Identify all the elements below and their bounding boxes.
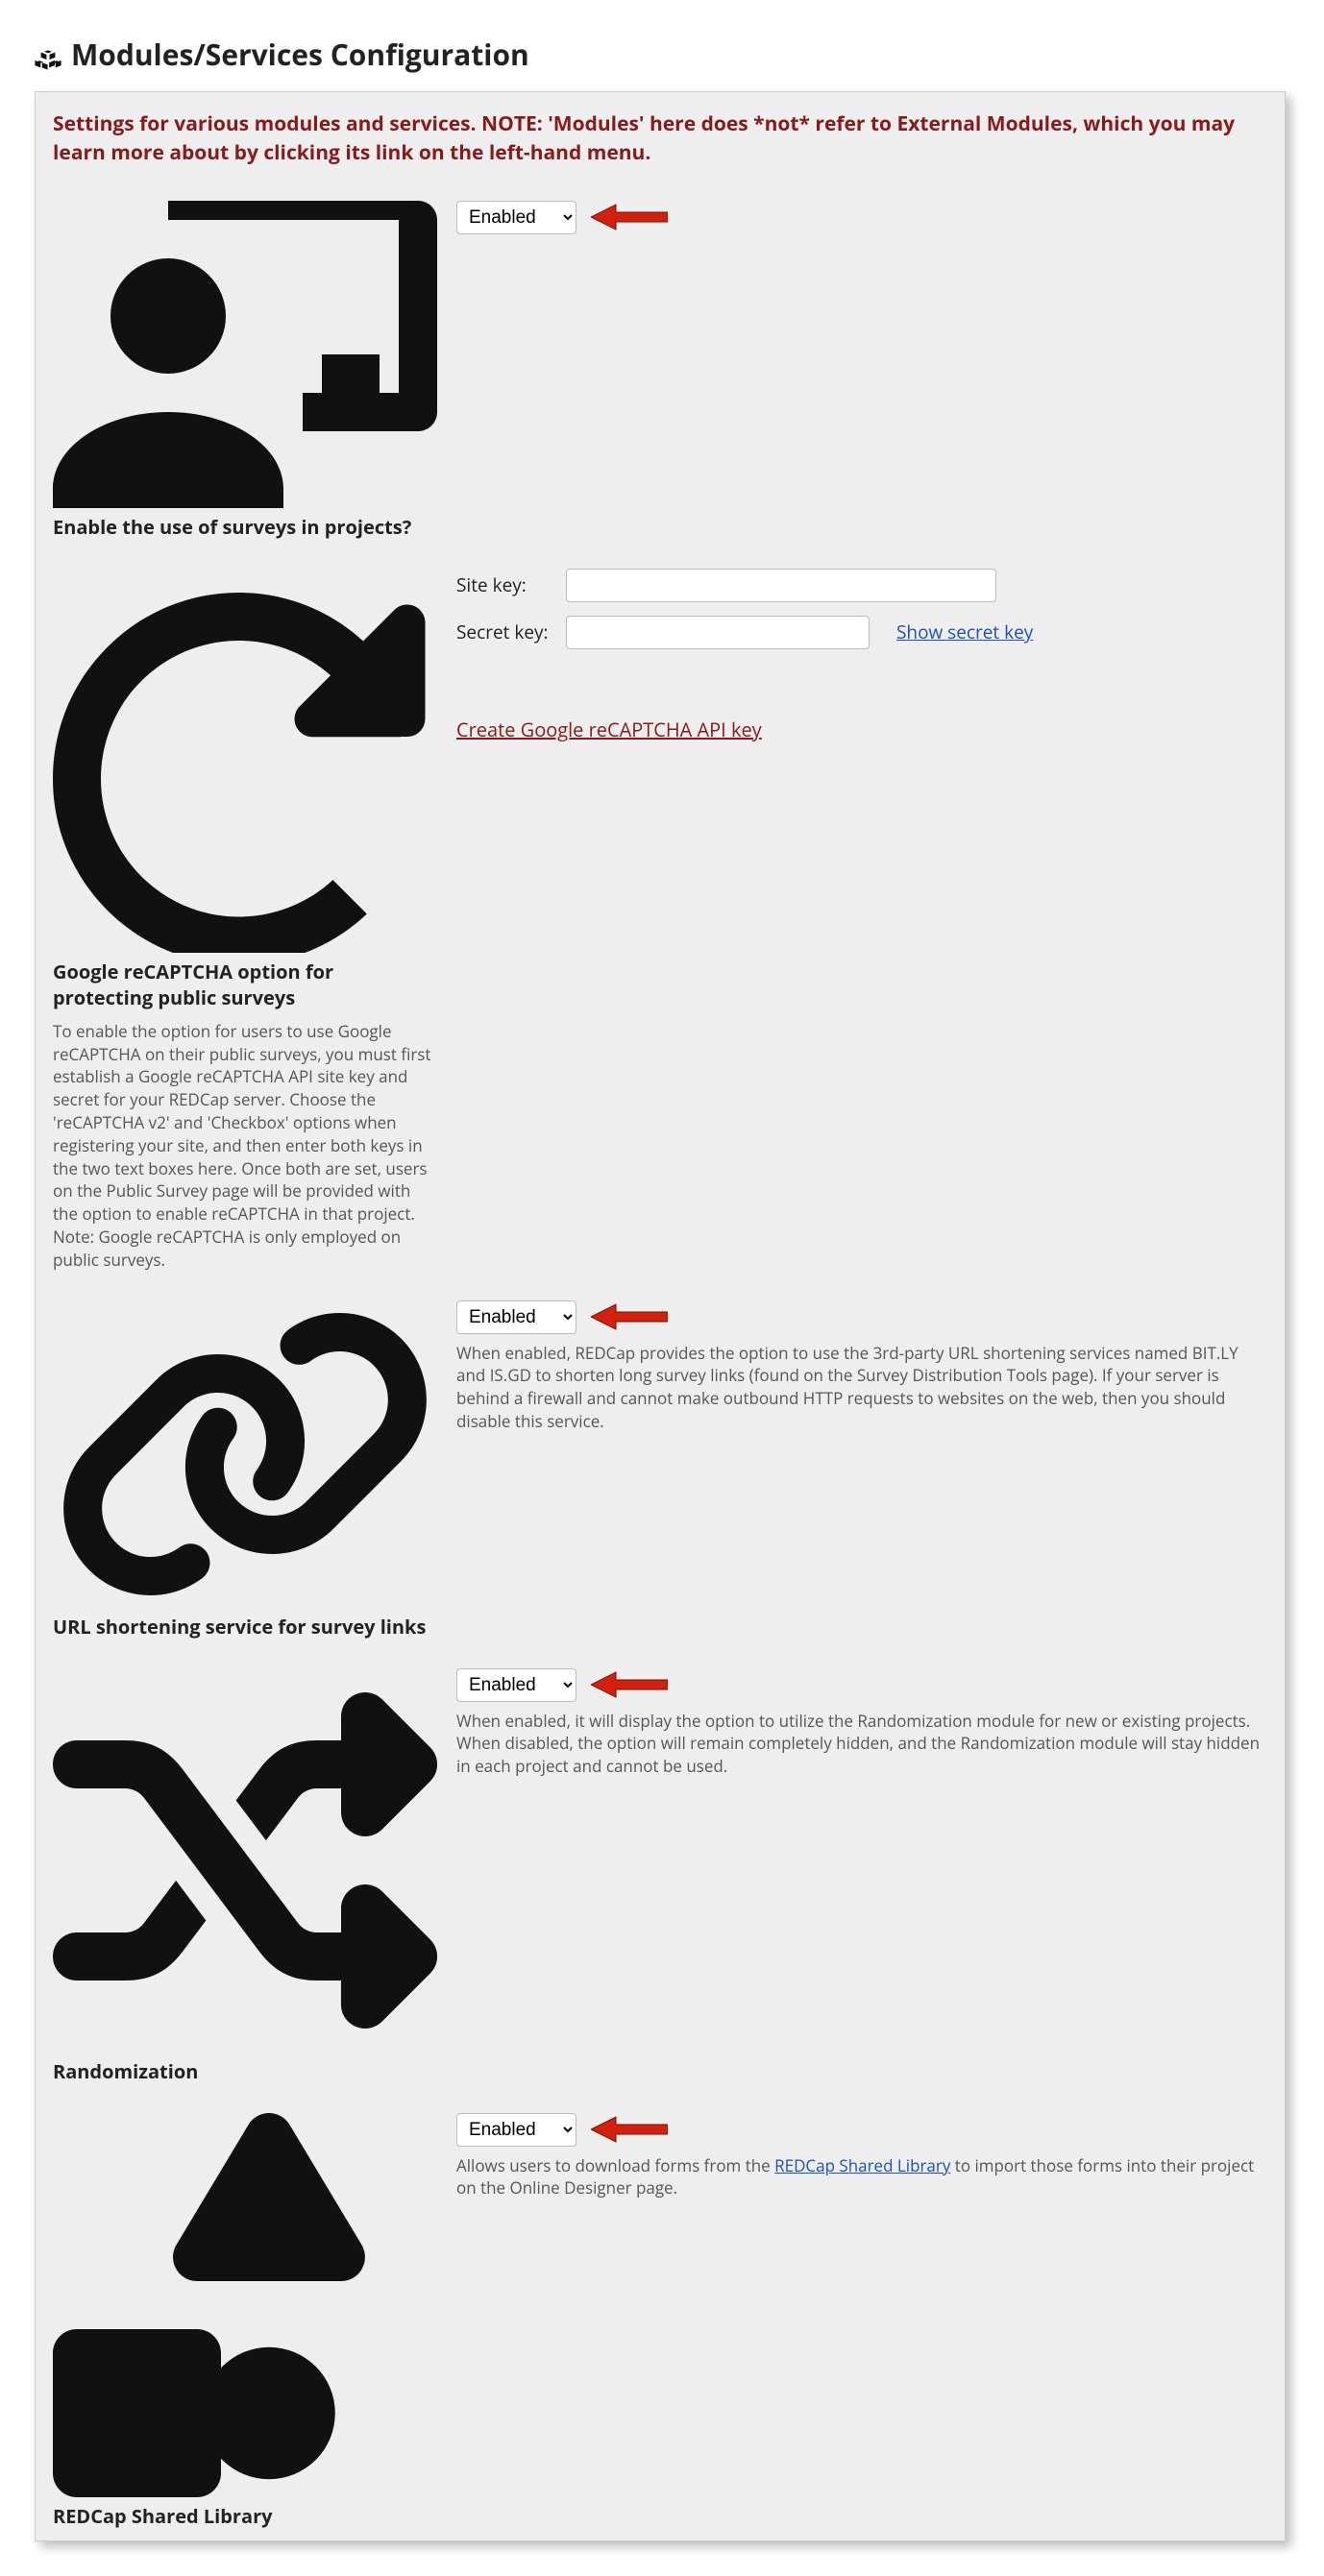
annotation-arrow-icon — [591, 1302, 668, 1331]
surveys-select[interactable]: Enabled — [456, 201, 576, 234]
secret-key-row: Secret key: Show secret key — [456, 616, 1267, 649]
randomization-help: When enabled, it will display the option… — [456, 1710, 1267, 1778]
shared-library-help: Allows users to download forms from the … — [456, 2154, 1267, 2200]
show-secret-key-link[interactable]: Show secret key — [896, 620, 1033, 644]
randomization-select[interactable]: Enabled — [456, 1668, 576, 1702]
shared-library-select[interactable]: Enabled — [456, 2113, 576, 2147]
config-notice: Settings for various modules and service… — [53, 109, 1267, 168]
cubes-icon — [35, 41, 61, 68]
site-key-input[interactable] — [566, 569, 996, 602]
row-randomization: Randomization Enabled When enabled, it w… — [53, 1668, 1267, 2084]
recaptcha-desc: To enable the option for users to use Go… — [53, 1020, 437, 1272]
shuffle-icon — [53, 2032, 437, 2058]
recaptcha-label: Google reCAPTCHA option for protecting p… — [53, 569, 437, 1010]
shared-library-label: REDCap Shared Library — [53, 2113, 437, 2529]
annotation-arrow-icon — [591, 203, 668, 231]
config-box: Settings for various modules and service… — [35, 91, 1286, 2541]
annotation-arrow-icon — [591, 1670, 668, 1699]
annotation-arrow-icon — [591, 2115, 668, 2144]
link-icon — [53, 1588, 437, 1614]
url-shorten-help: When enabled, REDCap provides the option… — [456, 1342, 1267, 1433]
surveys-label: Enable the use of surveys in projects? — [53, 201, 437, 540]
url-shorten-label: URL shortening service for survey links — [53, 1300, 437, 1640]
create-recaptcha-api-link[interactable]: Create Google reCAPTCHA API key — [456, 717, 762, 742]
randomization-label: Randomization — [53, 1668, 437, 2084]
row-shared-library: REDCap Shared Library Enabled Allows use… — [53, 2113, 1267, 2529]
page-title-text: Modules/Services Configuration — [71, 35, 529, 74]
secret-key-label: Secret key: — [456, 620, 552, 644]
secret-key-input[interactable] — [566, 616, 870, 649]
row-recaptcha: Google reCAPTCHA option for protecting p… — [53, 569, 1267, 1272]
url-shorten-select[interactable]: Enabled — [456, 1300, 576, 1334]
row-url-shorten: URL shortening service for survey links … — [53, 1300, 1267, 1640]
page-title: Modules/Services Configuration — [35, 35, 1286, 74]
chalkboard-user-icon — [53, 488, 437, 514]
rotate-right-icon — [53, 933, 437, 959]
redcap-shared-library-link[interactable]: REDCap Shared Library — [774, 2154, 950, 2176]
site-key-label: Site key: — [456, 572, 552, 597]
row-surveys: Enable the use of surveys in projects? E… — [53, 201, 1267, 540]
shapes-icon — [53, 2477, 437, 2503]
site-key-row: Site key: — [456, 569, 1267, 602]
